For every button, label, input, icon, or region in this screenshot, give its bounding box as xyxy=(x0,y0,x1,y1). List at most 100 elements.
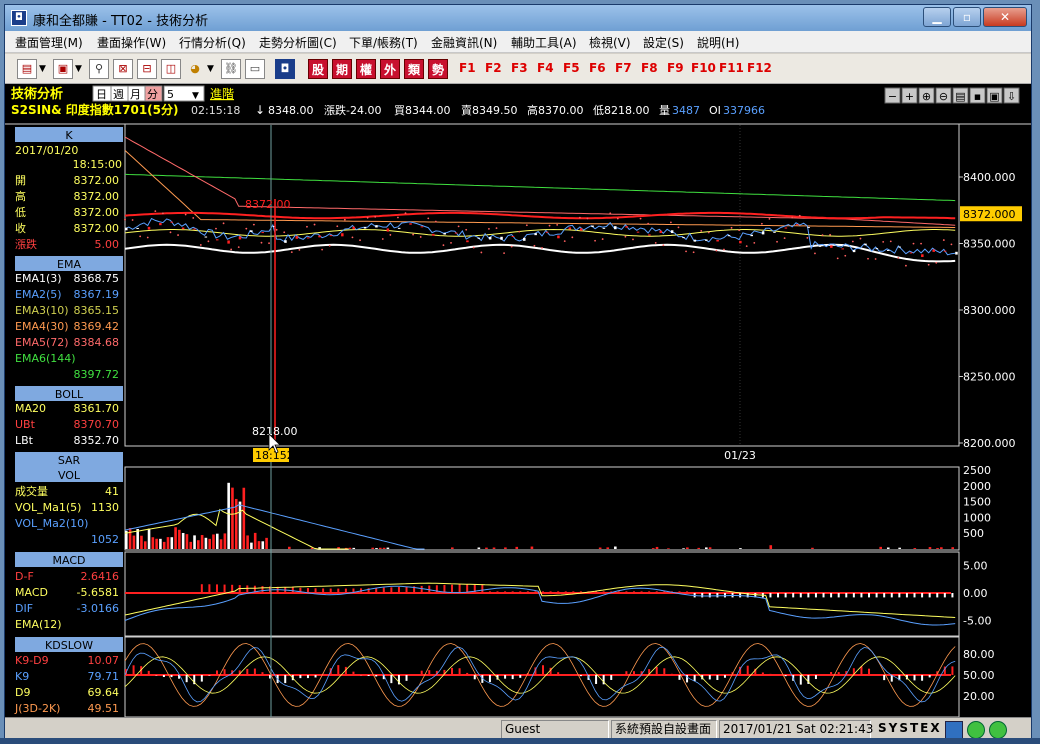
macd-bar xyxy=(708,593,711,598)
f4-key[interactable]: F4 xyxy=(537,61,554,75)
macd-bar xyxy=(132,593,135,594)
volume-bar xyxy=(697,547,701,549)
kd-bar xyxy=(913,675,916,681)
menu-order-account[interactable]: 下單/帳務(T) xyxy=(349,34,418,51)
macd-row-value: -3.0166 xyxy=(77,602,119,615)
chart-screen-icon[interactable]: ▤ xyxy=(17,59,37,79)
search-icon[interactable]: ⚲ xyxy=(89,59,109,79)
plus-icon-glyph: + xyxy=(905,90,914,103)
date-axis-label: 01/23 xyxy=(724,449,756,462)
sar-dot xyxy=(465,228,468,231)
down-arrow-icon: ↓ xyxy=(255,103,265,117)
menu-trend-chart[interactable]: 走勢分析圖(C) xyxy=(259,34,337,51)
f7-key[interactable]: F7 xyxy=(615,61,632,75)
kd-bar xyxy=(488,675,491,683)
main-axis-label: 8400.000 xyxy=(963,171,1016,184)
window-icon[interactable]: ▭ xyxy=(245,59,265,79)
kd-bar xyxy=(837,672,840,675)
kd-bar xyxy=(716,675,719,681)
candle xyxy=(784,227,788,229)
volume-bar xyxy=(886,547,890,549)
sar-dot xyxy=(571,236,574,239)
kd-bar xyxy=(253,668,256,675)
candle xyxy=(625,226,628,228)
close-button[interactable]: ✕ xyxy=(983,7,1027,27)
chart-canvas[interactable]: 技術分析 日 週 月 分 5 ▼ 進階 S2SIN& 印度指數1701(5分) … xyxy=(5,84,1031,717)
menu-screen-operate[interactable]: 畫面操作(W) xyxy=(97,34,166,51)
technical-chart-area[interactable]: 技術分析 日 週 月 分 5 ▼ 進階 S2SIN& 印度指數1701(5分) … xyxy=(5,84,1031,717)
kd-bar xyxy=(428,670,431,675)
dropdown-arrow-icon[interactable]: ▼ xyxy=(75,59,82,79)
chain-icon[interactable]: ⛓ xyxy=(221,59,241,79)
quick-trend-button[interactable]: 勢 xyxy=(428,59,448,79)
f9-key[interactable]: F9 xyxy=(667,61,684,75)
menu-market-analysis[interactable]: 行情分析(Q) xyxy=(179,34,246,51)
macd-bar xyxy=(208,584,211,593)
kd-bar xyxy=(352,671,355,675)
candle xyxy=(955,251,958,255)
kd-bar xyxy=(655,666,658,675)
advanced-link[interactable]: 進階 xyxy=(210,86,234,101)
kd-bar xyxy=(868,668,871,675)
chevron-down-icon[interactable]: ▼ xyxy=(192,91,199,101)
macd-bar xyxy=(215,584,218,593)
f8-key[interactable]: F8 xyxy=(641,61,658,75)
kd-bar xyxy=(185,675,188,683)
period-minute-label: 分 xyxy=(147,88,158,101)
quick-options-button[interactable]: 權 xyxy=(356,59,376,79)
f1-key[interactable]: F1 xyxy=(459,61,476,75)
menu-finance-info[interactable]: 金融資訊(N) xyxy=(431,34,497,51)
f5-key[interactable]: F5 xyxy=(563,61,580,75)
brand-logo-icon[interactable]: ◘ xyxy=(275,59,295,79)
monitor-icon[interactable]: ▣ xyxy=(53,59,73,79)
list-icon[interactable]: ⊟ xyxy=(137,59,157,79)
quick-futures-button[interactable]: 期 xyxy=(332,59,352,79)
menu-settings[interactable]: 設定(S) xyxy=(643,34,684,51)
connection-icon[interactable] xyxy=(945,721,963,739)
menu-help[interactable]: 說明(H) xyxy=(697,34,739,51)
minimize-button[interactable]: ▁ xyxy=(923,7,951,27)
k-row-label: 開 xyxy=(15,174,26,187)
f11-key[interactable]: F11 xyxy=(719,61,744,75)
ema-row-value: 8365.15 xyxy=(74,304,120,317)
quick-stock-button[interactable]: 股 xyxy=(308,59,328,79)
candle xyxy=(875,248,879,250)
kd-bar xyxy=(670,673,673,675)
kd-bar xyxy=(814,675,817,680)
macd-bar xyxy=(868,593,871,598)
macd-axis-label: 5.00 xyxy=(963,560,988,573)
globe-icon[interactable]: ◕ xyxy=(185,59,205,79)
sar-dot xyxy=(215,227,217,230)
ema-row-value: 8397.72 xyxy=(74,368,120,381)
f12-key[interactable]: F12 xyxy=(747,61,772,75)
ema-panel-title: EMA xyxy=(57,258,81,271)
f10-key[interactable]: F10 xyxy=(691,61,716,75)
maximize-button[interactable]: ▫ xyxy=(953,7,981,27)
candle xyxy=(716,239,719,242)
menu-view[interactable]: 檢視(V) xyxy=(589,34,631,51)
kd-bar xyxy=(215,670,218,675)
dropdown-arrow-icon[interactable]: ▼ xyxy=(39,59,46,79)
macd-bar xyxy=(951,593,954,598)
close-window-icon[interactable]: ⊠ xyxy=(113,59,133,79)
kd-bar xyxy=(132,665,135,675)
macd-bar xyxy=(701,593,704,598)
macd-bar xyxy=(564,591,567,593)
candle xyxy=(534,233,537,236)
title-bar[interactable]: ◘ 康和全都賺 - TT02 - 技術分析 ▁ ▫ ✕ xyxy=(5,5,1031,31)
dropdown-arrow-icon[interactable]: ▼ xyxy=(207,59,214,79)
volume-bar xyxy=(197,540,200,549)
menu-screen-manage[interactable]: 畫面管理(M) xyxy=(15,34,83,51)
split-icon[interactable]: ◫ xyxy=(161,59,181,79)
k-row-label: 低 xyxy=(15,206,26,219)
menu-tools[interactable]: 輔助工具(A) xyxy=(511,34,577,51)
f6-key[interactable]: F6 xyxy=(589,61,606,75)
sar-dot xyxy=(776,240,778,243)
macd-bar xyxy=(329,588,332,593)
macd-bar xyxy=(837,593,840,598)
quick-foreign-button[interactable]: 外 xyxy=(380,59,400,79)
quick-category-button[interactable]: 類 xyxy=(404,59,424,79)
toolbar: ▤ ▼ ▣ ▼ ⚲ ⊠ ⊟ ◫ ◕ ▼ ⛓ ▭ ◘ 股 期 權 外 類 勢 F1… xyxy=(5,54,1031,84)
f2-key[interactable]: F2 xyxy=(485,61,502,75)
f3-key[interactable]: F3 xyxy=(511,61,528,75)
